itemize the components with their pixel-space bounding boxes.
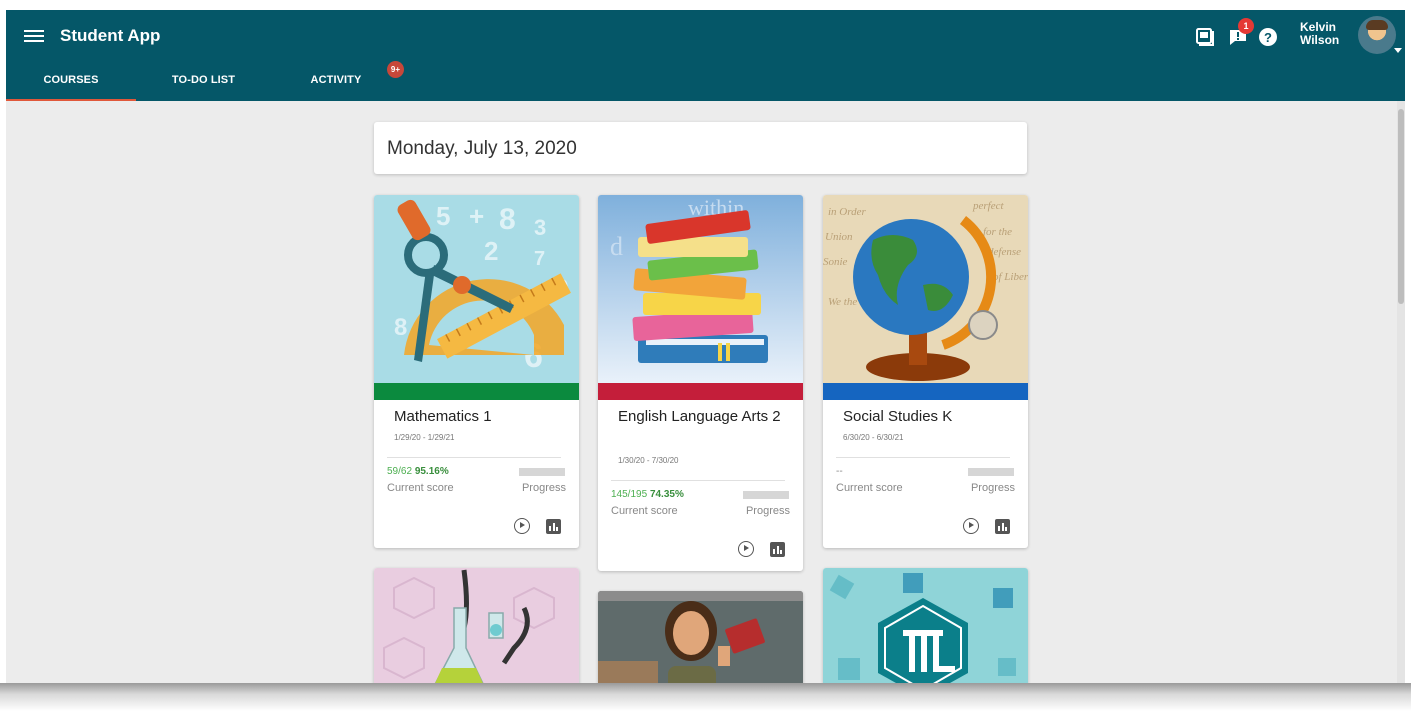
svg-text:of Liberty: of Liberty: [993, 271, 1028, 283]
svg-text:in Order: in Order: [828, 206, 867, 218]
logo-hexagon-image: [823, 568, 1028, 683]
course-dates: 1/30/20 - 7/30/20: [618, 456, 679, 465]
course-dates: 1/29/20 - 1/29/21: [394, 433, 455, 442]
notification-count-badge: 1: [1238, 18, 1254, 34]
progress-label: Progress: [745, 505, 790, 517]
svg-text:d: d: [610, 232, 623, 261]
course-color-stripe: [598, 383, 803, 400]
scrollbar-thumb[interactable]: [1398, 109, 1404, 304]
menu-icon[interactable]: [24, 27, 44, 45]
course-card-social-studies[interactable]: in Order perfect Union for the Sonie defense…: [823, 195, 1028, 548]
progress-bar: [519, 468, 565, 476]
current-score-label: Current score: [836, 482, 903, 494]
user-name[interactable]: Kelvin Wilson: [1300, 21, 1339, 47]
mathematics-image: 5+83 2710 865: [374, 195, 579, 383]
date-card: Monday, July 13, 2020: [374, 122, 1027, 174]
english-books-image: within d: [598, 195, 803, 383]
svg-text:8: 8: [499, 203, 516, 236]
progress-label: Progress: [970, 482, 1015, 494]
course-card-mathematics[interactable]: 5+83 2710 865 Mathematics 1 1/29/20 - 1/…: [374, 195, 579, 548]
divider: [836, 457, 1010, 458]
svg-text:Sonie: Sonie: [823, 256, 848, 268]
date-heading: Monday, July 13, 2020: [387, 138, 577, 159]
svg-text:3: 3: [534, 215, 546, 240]
divider: [387, 457, 561, 458]
progress-bar: [743, 491, 789, 499]
course-dates: 6/30/20 - 6/30/21: [843, 433, 904, 442]
svg-text:8: 8: [394, 314, 407, 341]
bottom-shadow: [0, 683, 1411, 711]
scrollbar[interactable]: [1397, 101, 1405, 683]
svg-text:5: 5: [436, 201, 450, 231]
tab-courses[interactable]: COURSES: [6, 65, 136, 101]
svg-text:We the: We the: [828, 296, 857, 308]
current-score-value: --: [836, 466, 843, 477]
course-color-stripe: [823, 383, 1028, 400]
divider: [611, 480, 785, 481]
tab-to-do-list[interactable]: TO-DO LIST: [151, 65, 256, 101]
teacher-classroom-image: [598, 591, 803, 683]
svg-text:7: 7: [534, 248, 545, 270]
course-title[interactable]: Mathematics 1: [394, 406, 569, 428]
tab-activity-stream[interactable]: ACTIVITY STREAM 9+: [286, 61, 404, 116]
play-icon[interactable]: [963, 518, 979, 534]
app-header: Student App COURSES TO-DO LIST ACTIVITY …: [6, 10, 1405, 116]
stats-icon[interactable]: [995, 519, 1010, 534]
current-score-value: 145/195 74.35%: [611, 489, 684, 500]
course-card-science[interactable]: [374, 568, 579, 683]
svg-text:perfect: perfect: [972, 200, 1004, 212]
activity-badge: 9+: [387, 61, 404, 78]
svg-text:for the: for the: [983, 226, 1012, 238]
course-title[interactable]: English Language Arts 2: [618, 406, 793, 428]
help-icon[interactable]: ?: [1258, 27, 1278, 47]
current-score-label: Current score: [611, 505, 678, 517]
play-icon[interactable]: [514, 518, 530, 534]
avatar[interactable]: [1358, 16, 1396, 54]
course-card-english-language-arts[interactable]: within d English Language Arts 2 1/30/20…: [598, 195, 803, 571]
science-lab-image: [374, 568, 579, 683]
current-score-value: 59/62 95.16%: [387, 466, 449, 477]
svg-text:?: ?: [1264, 30, 1272, 45]
svg-text:2: 2: [484, 236, 498, 266]
chevron-down-icon[interactable]: [1394, 48, 1402, 53]
svg-text:Union: Union: [825, 231, 853, 243]
course-card-library[interactable]: [823, 568, 1028, 683]
current-score-label: Current score: [387, 482, 454, 494]
main-content: Monday, July 13, 2020 5+83 2710 865: [6, 101, 1397, 683]
course-card-teacher[interactable]: [598, 591, 803, 683]
course-color-stripe: [374, 383, 579, 400]
svg-text:+: +: [469, 201, 484, 231]
progress-label: Progress: [521, 482, 566, 494]
course-title[interactable]: Social Studies K: [843, 406, 1018, 428]
stats-icon[interactable]: [546, 519, 561, 534]
gallery-icon[interactable]: [1195, 27, 1215, 47]
progress-bar: [968, 468, 1014, 476]
play-icon[interactable]: [738, 541, 754, 557]
globe-image: in Order perfect Union for the Sonie defense…: [823, 195, 1028, 383]
stats-icon[interactable]: [770, 542, 785, 557]
notifications-icon[interactable]: 1: [1228, 18, 1254, 47]
app-title: Student App: [60, 26, 161, 45]
